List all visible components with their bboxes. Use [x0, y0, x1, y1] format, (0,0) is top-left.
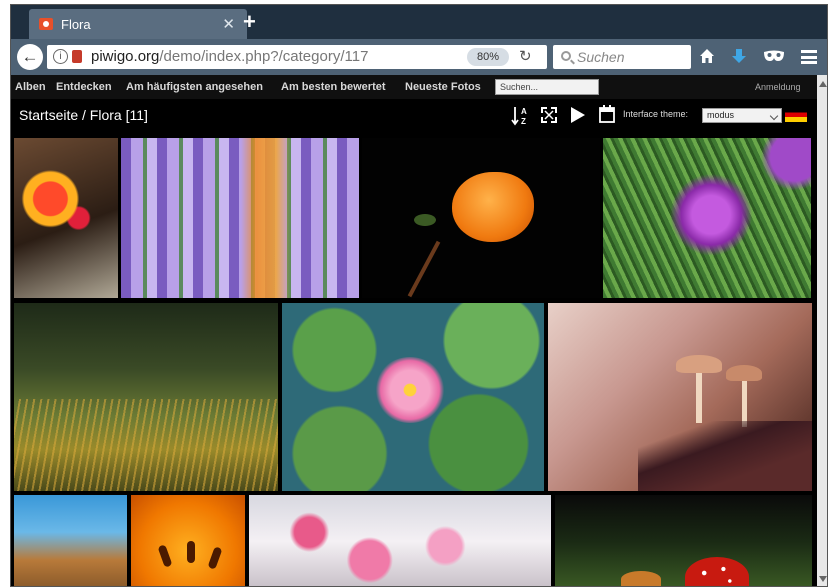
- tab-strip: Flora ✕ +: [11, 5, 827, 39]
- mushroom-cap-2: [726, 365, 762, 381]
- photo-red-lily[interactable]: [14, 138, 118, 298]
- page-scrollbar[interactable]: [817, 75, 827, 586]
- svg-text:A: A: [521, 107, 527, 116]
- breadcrumb-path[interactable]: Startseite / Flora: [19, 107, 122, 123]
- photo-lavender[interactable]: [121, 138, 359, 298]
- close-tab-icon[interactable]: ✕: [222, 15, 235, 33]
- hamburger-menu-icon[interactable]: [801, 50, 817, 64]
- mushroom-stem-1: [696, 373, 702, 423]
- theme-label: Interface theme:: [623, 109, 689, 119]
- photo-coast[interactable]: [14, 495, 127, 586]
- mushroom-log: [638, 421, 812, 491]
- sort-order-icon[interactable]: AZ: [511, 105, 529, 127]
- insecure-lock-icon[interactable]: [72, 50, 82, 63]
- site-menubar: Alben Entdecken Am häufigsten angesehen …: [11, 75, 817, 99]
- address-bar[interactable]: i piwigo.org/demo/index.php?/category/11…: [47, 45, 547, 69]
- fullscreen-icon[interactable]: [541, 107, 557, 123]
- navigation-bar: ← i piwigo.org/demo/index.php?/category/…: [11, 39, 827, 75]
- scroll-up-arrow-icon[interactable]: [819, 81, 827, 87]
- slideshow-play-icon[interactable]: [571, 107, 585, 123]
- url-text: piwigo.org/demo/index.php?/category/117: [91, 48, 368, 65]
- private-browsing-mask-icon[interactable]: [763, 49, 785, 63]
- reload-icon[interactable]: ↻: [519, 47, 532, 65]
- german-flag-icon[interactable]: [785, 108, 807, 122]
- browser-window: Flora ✕ + ← i piwigo.org/demo/index.php?…: [10, 4, 828, 587]
- svg-text:Z: Z: [521, 117, 526, 126]
- photo-thistle[interactable]: [603, 138, 811, 298]
- menu-item-discover[interactable]: Entdecken: [56, 81, 112, 93]
- photo-mushrooms[interactable]: [548, 303, 812, 491]
- browser-search-input[interactable]: Suchen: [553, 45, 691, 69]
- calendar-icon[interactable]: [599, 105, 615, 123]
- info-icon[interactable]: i: [53, 49, 68, 64]
- menu-item-albums[interactable]: Alben: [15, 81, 46, 93]
- water-lily-bloom: [374, 357, 446, 423]
- fly-agaric-cap: [685, 557, 749, 586]
- stamen-3: [207, 546, 223, 570]
- home-icon[interactable]: [699, 48, 715, 64]
- new-tab-icon[interactable]: +: [243, 9, 256, 35]
- piwigo-favicon-icon: [39, 18, 53, 30]
- stamen-2: [187, 541, 195, 563]
- album-titlebar: Startseite / Flora [11] AZ Interface the…: [11, 99, 817, 131]
- back-arrow-icon[interactable]: ←: [17, 44, 43, 70]
- photo-orange-rose[interactable]: [362, 138, 600, 298]
- rose-stem: [407, 240, 441, 298]
- lavender-orange-blur: [241, 138, 291, 298]
- tab-title: Flora: [61, 17, 91, 32]
- browser-search-placeholder: Suchen: [577, 49, 625, 65]
- photo-fly-agaric[interactable]: [555, 495, 812, 586]
- photo-cherry-blossom[interactable]: [249, 495, 551, 586]
- small-mushroom-cap: [621, 571, 661, 586]
- url-host: piwigo.org: [91, 48, 160, 65]
- theme-select[interactable]: modus: [702, 108, 782, 123]
- photo-water-lily[interactable]: [282, 303, 544, 491]
- moss-sprouts: [14, 399, 278, 491]
- scroll-down-arrow-icon[interactable]: [819, 576, 827, 582]
- site-search-input[interactable]: Suchen...: [495, 79, 599, 95]
- download-icon[interactable]: [731, 48, 747, 64]
- magnifier-icon: [561, 51, 571, 61]
- photo-moss[interactable]: [14, 303, 278, 491]
- menu-item-best-rated[interactable]: Am besten bewertet: [281, 81, 386, 93]
- url-path: /demo/index.php?/category/117: [159, 48, 369, 65]
- rose-bloom: [452, 172, 534, 242]
- rose-leaf: [414, 214, 436, 226]
- stamen-1: [157, 544, 173, 568]
- mushroom-cap-1: [676, 355, 722, 373]
- photo-count: [11]: [125, 107, 148, 123]
- zoom-level-badge[interactable]: 80%: [467, 48, 509, 66]
- breadcrumb: Startseite / Flora [11]: [19, 107, 148, 123]
- menu-item-recent-photos[interactable]: Neueste Fotos: [405, 81, 481, 93]
- login-link[interactable]: Anmeldung: [755, 82, 801, 92]
- tab-flora[interactable]: Flora ✕: [29, 9, 247, 39]
- menu-item-most-viewed[interactable]: Am häufigsten angesehen: [126, 81, 263, 93]
- photo-orange-lily-closeup[interactable]: [131, 495, 245, 586]
